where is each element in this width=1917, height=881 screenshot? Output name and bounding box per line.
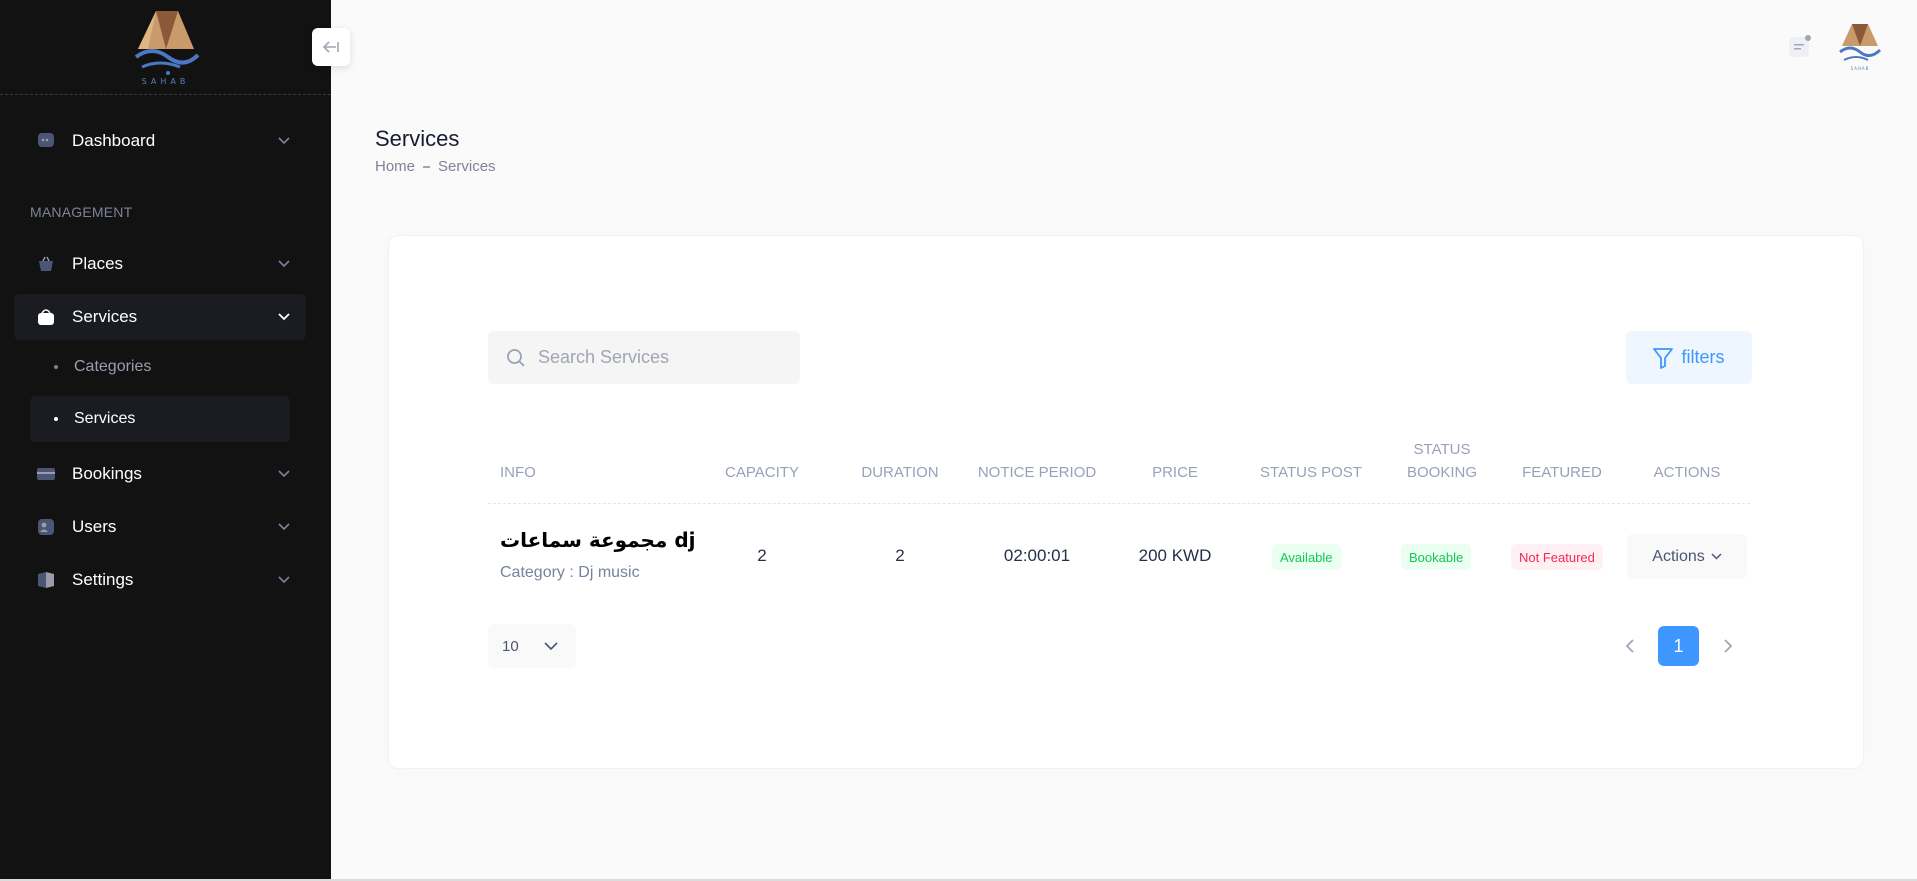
avatar-logo-text: SAHAB <box>1851 66 1870 71</box>
th-notice-period: NOTICE PERIOD <box>977 464 1097 481</box>
sidebar-item-label: Settings <box>72 570 134 589</box>
pagination-next-button[interactable] <box>1713 632 1741 660</box>
chevron-down-icon <box>278 134 290 148</box>
breadcrumb-separator <box>423 165 431 168</box>
chevron-down-icon <box>278 257 290 271</box>
sidebar-toggle-button[interactable] <box>312 28 350 66</box>
chevron-down-icon <box>544 638 558 655</box>
sidebar-item-label: Services <box>72 307 138 326</box>
avatar-logo-icon: SAHAB <box>1839 24 1882 71</box>
card-icon <box>36 464 56 484</box>
th-featured: FEATURED <box>1522 464 1602 481</box>
sidebar-subitem-label: Categories <box>74 358 152 375</box>
bullet-icon <box>54 365 58 369</box>
search-input[interactable] <box>538 347 778 368</box>
th-duration: DURATION <box>861 464 939 481</box>
page-title: Services <box>375 126 460 151</box>
search-icon <box>507 348 525 367</box>
breadcrumb-current: Services <box>438 158 496 175</box>
th-status-post: STATUS POST <box>1260 464 1362 481</box>
pagination-prev-button[interactable] <box>1616 632 1644 660</box>
chevron-down-icon <box>278 573 290 587</box>
th-actions: ACTIONS <box>1653 464 1721 481</box>
arrow-left-icon <box>323 41 339 53</box>
th-status-booking-line1: STATUS <box>1413 441 1471 458</box>
service-name[interactable]: مجموعة سماعات dj <box>500 528 696 552</box>
bag-icon <box>36 307 56 327</box>
breadcrumb-home[interactable]: Home <box>375 158 415 175</box>
logo-area: SAHAB <box>0 0 331 95</box>
notification-button[interactable] <box>1789 35 1811 57</box>
th-info: INFO <box>500 464 536 481</box>
sidebar-item-label: Bookings <box>72 464 142 483</box>
th-price: PRICE <box>1152 464 1198 481</box>
logo-text: SAHAB <box>141 77 190 86</box>
basket-icon <box>36 254 56 274</box>
sidebar-item-settings[interactable]: Settings <box>14 557 306 603</box>
dashboard-icon <box>36 131 56 151</box>
status-post-badge: Available <box>1272 544 1341 570</box>
sidebar-subitem-categories[interactable]: Categories <box>30 344 290 390</box>
featured-badge: Not Featured <box>1511 544 1603 570</box>
sidebar-item-label: Users <box>72 517 117 536</box>
pagination-page-button[interactable]: 1 <box>1658 626 1699 666</box>
chevron-down-icon <box>278 520 290 534</box>
actions-label: Actions <box>1652 547 1705 565</box>
chevron-left-icon <box>1625 639 1634 653</box>
brand-logo[interactable]: SAHAB <box>128 5 204 89</box>
search-box <box>488 331 800 384</box>
breadcrumb: Home Services <box>375 158 496 175</box>
th-status-booking-line2: BOOKING <box>1406 464 1477 481</box>
chevron-down-icon <box>278 310 290 324</box>
section-label-management: MANAGEMENT <box>30 204 133 220</box>
th-capacity: CAPACITY <box>725 464 799 481</box>
cell-duration: 2 <box>895 546 905 565</box>
sidebar-item-label: Places <box>72 254 124 273</box>
user-avatar[interactable]: SAHAB <box>1836 20 1884 72</box>
sidebar-item-bookings[interactable]: Bookings <box>14 451 306 497</box>
page-size-value: 10 <box>502 637 519 655</box>
filter-icon <box>1653 347 1674 369</box>
cell-capacity: 2 <box>757 546 767 565</box>
sidebar: SAHAB Dashboard MANAGEMENT Places Servic… <box>0 0 331 881</box>
page-size-select[interactable]: 10 <box>488 624 576 668</box>
services-card <box>388 235 1864 769</box>
sidebar-item-label: Dashboard <box>72 131 156 150</box>
th-status-booking: STATUS BOOKING <box>1392 440 1492 483</box>
sidebar-item-places[interactable]: Places <box>14 241 306 287</box>
chevron-down-icon <box>1711 553 1722 560</box>
filters-button[interactable]: filters <box>1626 331 1752 384</box>
cell-price: 200 KWD <box>1138 546 1212 565</box>
service-category: Category : Dj music <box>500 564 640 581</box>
status-booking-badge: Bookable <box>1401 544 1472 570</box>
message-icon <box>1794 44 1804 50</box>
chevron-down-icon <box>278 467 290 481</box>
tent-logo-icon <box>134 11 199 75</box>
row-actions-button[interactable]: Actions <box>1627 534 1747 579</box>
bullet-icon <box>54 417 58 421</box>
table-header-divider <box>488 503 1750 504</box>
sidebar-subitem-label: Services <box>74 410 136 427</box>
sidebar-item-users[interactable]: Users <box>14 504 306 550</box>
chevron-right-icon <box>1723 639 1732 653</box>
user-icon <box>36 517 56 537</box>
book-icon <box>36 570 56 590</box>
sidebar-item-services[interactable]: Services <box>14 294 306 340</box>
sidebar-item-dashboard[interactable]: Dashboard <box>14 118 306 164</box>
notification-dot <box>1805 35 1811 41</box>
cell-notice-period: 02:00:01 <box>1003 546 1071 565</box>
filters-label: filters <box>1681 347 1725 367</box>
sidebar-subitem-services[interactable]: Services <box>30 396 290 442</box>
